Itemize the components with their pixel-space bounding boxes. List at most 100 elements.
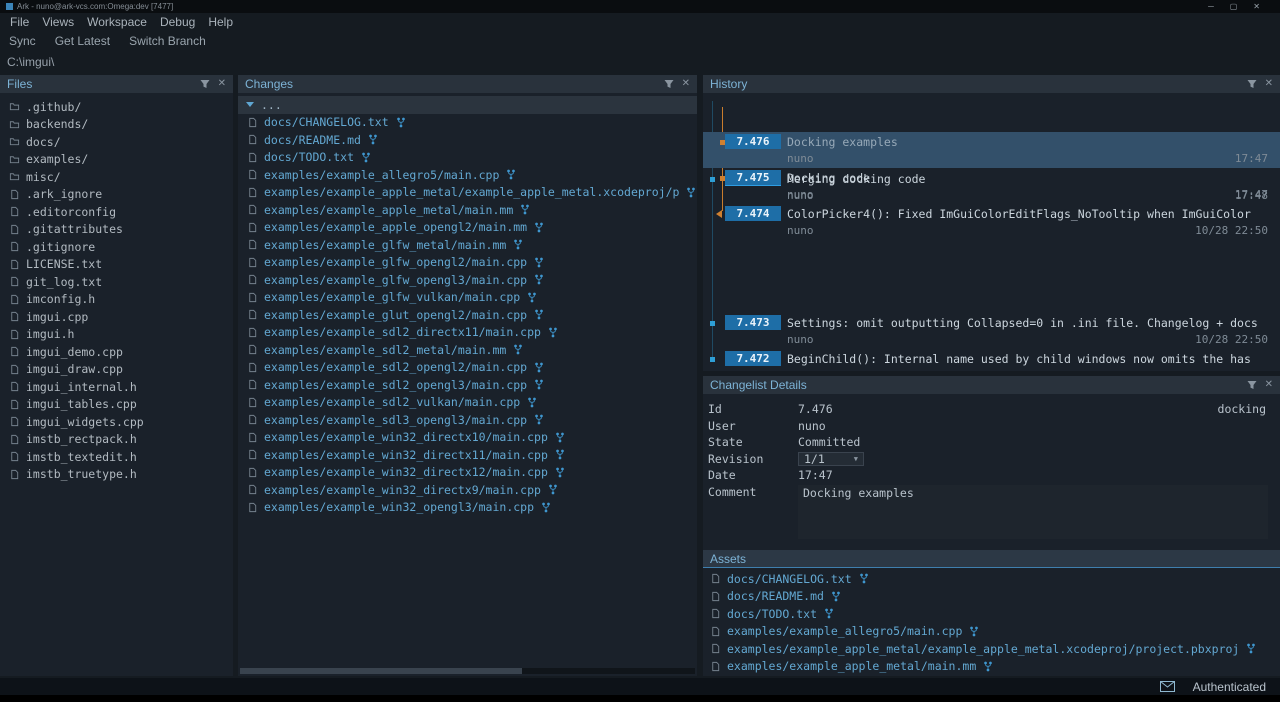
filter-icon[interactable] bbox=[1247, 380, 1257, 390]
file-tree-item[interactable]: .editorconfig bbox=[0, 203, 233, 221]
close-icon[interactable]: ✕ bbox=[218, 79, 226, 89]
changeset-badge[interactable]: 7.476 ▼ bbox=[725, 134, 781, 149]
menu-item[interactable]: File bbox=[10, 15, 29, 29]
file-tree-item[interactable]: imgui_internal.h bbox=[0, 378, 233, 396]
file-tree-item[interactable]: imgui.cpp bbox=[0, 308, 233, 326]
changeset-badge[interactable]: 7.475 ▼ bbox=[725, 170, 781, 185]
changed-file-row[interactable]: examples/example_sdl2_metal/main.mm bbox=[238, 341, 697, 359]
asset-row[interactable]: examples/example_apple_metal/main.mm bbox=[703, 658, 1280, 676]
file-tree-item[interactable]: imstb_rectpack.h bbox=[0, 431, 233, 449]
changed-file-row[interactable]: examples/example_win32_directx11/main.cp… bbox=[238, 446, 697, 464]
close-icon[interactable]: ✕ bbox=[1265, 79, 1273, 89]
close-icon[interactable]: ✕ bbox=[1265, 380, 1273, 390]
file-tree-item[interactable]: imgui_demo.cpp bbox=[0, 343, 233, 361]
horizontal-scrollbar[interactable] bbox=[240, 668, 695, 674]
changed-file-row[interactable]: examples/example_sdl2_vulkan/main.cpp bbox=[238, 394, 697, 412]
file-tree-item[interactable]: .github/ bbox=[0, 98, 233, 116]
toolbar-button[interactable]: Switch Branch bbox=[129, 34, 206, 48]
commit-row[interactable]: 7.473 ▼ Settings: omit outputting Collap… bbox=[703, 313, 1280, 349]
folder-icon bbox=[9, 154, 20, 165]
changed-file-row[interactable]: docs/TODO.txt bbox=[238, 149, 697, 167]
changed-file-row[interactable]: examples/example_win32_directx9/main.cpp bbox=[238, 481, 697, 499]
changed-file-row[interactable]: examples/example_glut_opengl2/main.cpp bbox=[238, 306, 697, 324]
file-tree-item[interactable]: docs/ bbox=[0, 133, 233, 151]
changed-file-row[interactable]: examples/example_apple_metal/example_app… bbox=[238, 184, 697, 202]
changed-file-row[interactable]: examples/example_glfw_vulkan/main.cpp bbox=[238, 289, 697, 307]
file-tree-item[interactable]: imgui_widgets.cpp bbox=[0, 413, 233, 431]
filter-icon[interactable] bbox=[200, 79, 210, 89]
branch-icon bbox=[534, 274, 544, 285]
changed-file-row[interactable]: examples/example_sdl2_directx11/main.cpp bbox=[238, 324, 697, 342]
commit-row[interactable]: 7.475 ▼ Docking code nuno 17:47 bbox=[703, 168, 1280, 204]
file-tree-item[interactable]: imstb_truetype.h bbox=[0, 466, 233, 484]
changed-file-row[interactable]: examples/example_sdl2_opengl2/main.cpp bbox=[238, 359, 697, 377]
commit-row[interactable]: 7.474 ▼ ColorPicker4(): Fixed ImGuiColor… bbox=[703, 204, 1280, 240]
changed-file-row[interactable]: examples/example_glfw_opengl2/main.cpp bbox=[238, 254, 697, 272]
bottom-strip bbox=[0, 695, 1280, 702]
changed-file-row[interactable]: examples/example_apple_opengl2/main.mm bbox=[238, 219, 697, 237]
file-tree-item[interactable]: .ark_ignore bbox=[0, 186, 233, 204]
changed-file-row[interactable]: docs/CHANGELOG.txt bbox=[238, 114, 697, 132]
file-tree-item[interactable]: .gitignore bbox=[0, 238, 233, 256]
commit-graph-node bbox=[716, 210, 722, 218]
toolbar-button[interactable]: Sync bbox=[9, 34, 36, 48]
commit-line-1: 7.474 ▼ ColorPicker4(): Fixed ImGuiColor… bbox=[725, 204, 1280, 223]
asset-row[interactable]: examples/example_allegro5/main.cpp bbox=[703, 623, 1280, 641]
changed-file-row[interactable]: examples/example_win32_opengl3/main.cpp bbox=[238, 499, 697, 517]
window-control-button[interactable]: ▢ bbox=[1230, 2, 1238, 11]
filter-icon[interactable] bbox=[664, 79, 674, 89]
changes-root-row[interactable]: ... bbox=[238, 96, 697, 114]
changeset-badge[interactable]: 7.474 ▼ bbox=[725, 206, 781, 221]
file-icon bbox=[9, 241, 20, 252]
commit-row[interactable]: 7.476 ▼ Docking examples nuno 17:47 bbox=[703, 132, 1280, 168]
file-tree-item[interactable]: imstb_textedit.h bbox=[0, 448, 233, 466]
revision-select[interactable]: 1/1 ▼ bbox=[798, 452, 864, 466]
file-tree-item[interactable]: examples/ bbox=[0, 151, 233, 169]
changed-file-row[interactable]: examples/example_glfw_opengl3/main.cpp bbox=[238, 271, 697, 289]
asset-row[interactable]: examples/example_apple_metal/example_app… bbox=[703, 640, 1280, 658]
filter-icon[interactable] bbox=[1247, 79, 1257, 89]
close-icon[interactable]: ✕ bbox=[682, 79, 690, 89]
window-control-button[interactable]: ✕ bbox=[1253, 2, 1260, 11]
comment-box[interactable]: Docking examples bbox=[798, 485, 1268, 539]
file-tree-item[interactable]: imgui_draw.cpp bbox=[0, 361, 233, 379]
file-icon bbox=[247, 502, 258, 513]
assets-header[interactable]: Assets bbox=[703, 550, 1280, 568]
changed-file-row[interactable]: examples/example_glfw_metal/main.mm bbox=[238, 236, 697, 254]
file-tree-item[interactable]: imgui.h bbox=[0, 326, 233, 344]
file-tree-item[interactable]: git_log.txt bbox=[0, 273, 233, 291]
file-tree-item[interactable]: imgui_tables.cpp bbox=[0, 396, 233, 414]
commit-row[interactable]: 7.472 ▼ BeginChild(): Internal name used… bbox=[703, 349, 1280, 371]
details-panel-header: Changelist Details ✕ bbox=[703, 376, 1280, 394]
file-name: .editorconfig bbox=[26, 205, 116, 219]
file-tree-item[interactable]: misc/ bbox=[0, 168, 233, 186]
window-control-button[interactable]: ─ bbox=[1208, 2, 1214, 11]
changed-file-row[interactable]: examples/example_apple_metal/main.mm bbox=[238, 201, 697, 219]
file-tree-item[interactable]: .gitattributes bbox=[0, 221, 233, 239]
branch-icon bbox=[534, 362, 544, 373]
file-tree-item[interactable]: imconfig.h bbox=[0, 291, 233, 309]
commit-line-1: 7.472 ▼ BeginChild(): Internal name used… bbox=[725, 349, 1280, 368]
changed-file-row[interactable]: examples/example_sdl2_opengl3/main.cpp bbox=[238, 376, 697, 394]
changed-file-row[interactable]: examples/example_win32_directx10/main.cp… bbox=[238, 429, 697, 447]
history-panel: History ✕ 7.477 bbox=[703, 75, 1280, 371]
asset-row[interactable]: docs/TODO.txt bbox=[703, 605, 1280, 623]
asset-row[interactable]: docs/CHANGELOG.txt bbox=[703, 570, 1280, 588]
menu-item[interactable]: Workspace bbox=[87, 15, 147, 29]
toolbar-button[interactable]: Get Latest bbox=[55, 34, 110, 48]
changeset-badge[interactable]: 7.473 ▼ bbox=[725, 315, 781, 330]
changed-file-row[interactable]: examples/example_sdl3_opengl3/main.cpp bbox=[238, 411, 697, 429]
menu-item[interactable]: Views bbox=[42, 15, 74, 29]
changed-file-row[interactable]: docs/README.md bbox=[238, 131, 697, 149]
menu-item[interactable]: Help bbox=[208, 15, 233, 29]
file-tree-item[interactable]: backends/ bbox=[0, 116, 233, 134]
menu-item[interactable]: Debug bbox=[160, 15, 195, 29]
changeset-badge[interactable]: 7.472 ▼ bbox=[725, 351, 781, 366]
file-tree-item[interactable]: LICENSE.txt bbox=[0, 256, 233, 274]
mail-icon[interactable] bbox=[1160, 681, 1175, 692]
file-name: misc/ bbox=[26, 170, 61, 184]
asset-row[interactable]: docs/README.md bbox=[703, 588, 1280, 606]
scrollbar-thumb[interactable] bbox=[240, 668, 522, 674]
changed-file-row[interactable]: examples/example_win32_directx12/main.cp… bbox=[238, 464, 697, 482]
changed-file-row[interactable]: examples/example_allegro5/main.cpp bbox=[238, 166, 697, 184]
